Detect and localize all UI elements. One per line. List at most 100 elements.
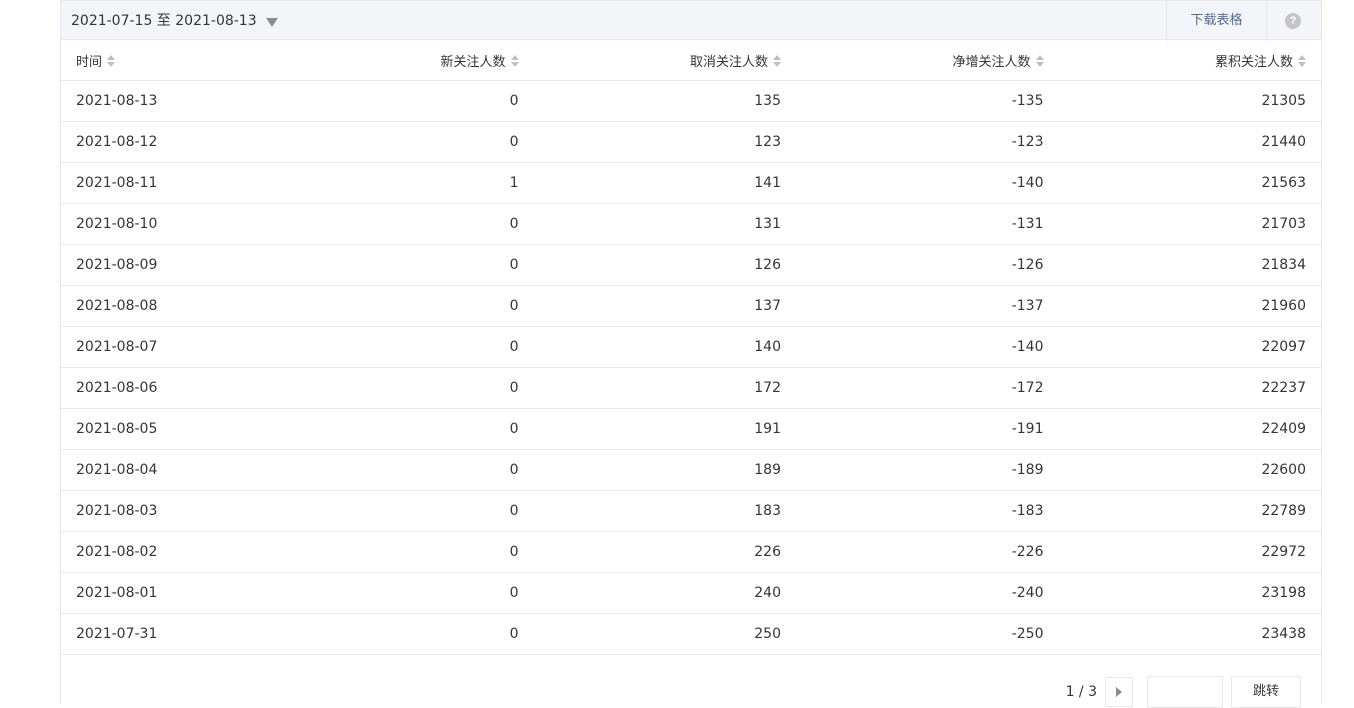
- table-row: 2021-07-31 0 250 -250 23438: [61, 613, 1321, 655]
- sort-icon[interactable]: [773, 55, 781, 67]
- table-body: 2021-08-13 0 135 -135 21305 2021-08-12 0 123 -12…: [61, 80, 1321, 655]
- cell-unfollowers: 140: [533, 326, 796, 368]
- cell-cumulative-followers: 21960: [1058, 285, 1321, 327]
- column-header-label: 时间: [76, 54, 103, 70]
- page-indicator: 1 / 3: [1065, 684, 1097, 700]
- cell-date: 2021-08-07: [61, 326, 271, 368]
- help-icon[interactable]: ?: [1285, 13, 1301, 29]
- cell-cumulative-followers: 22097: [1058, 326, 1321, 368]
- cell-net-growth: -131: [796, 203, 1059, 245]
- cell-net-growth: -140: [796, 162, 1059, 204]
- column-header-label: 取消关注人数: [689, 54, 768, 70]
- cell-net-growth: -250: [796, 613, 1059, 655]
- table-row: 2021-08-03 0 183 -183 22789: [61, 490, 1321, 532]
- column-header-unfollowers[interactable]: 取消关注人数: [533, 40, 796, 81]
- cell-cumulative-followers: 22972: [1058, 531, 1321, 573]
- cell-cumulative-followers: 22789: [1058, 490, 1321, 532]
- table-row: 2021-08-09 0 126 -126 21834: [61, 244, 1321, 286]
- cell-new-followers: 0: [271, 613, 534, 655]
- cell-unfollowers: 191: [533, 408, 796, 450]
- download-table-button[interactable]: 下载表格: [1166, 1, 1267, 41]
- cell-new-followers: 0: [271, 121, 534, 163]
- sort-icon[interactable]: [1035, 55, 1044, 67]
- cell-unfollowers: 250: [533, 613, 796, 655]
- column-header-date[interactable]: 时间: [61, 40, 271, 81]
- cell-cumulative-followers: 22237: [1058, 367, 1321, 409]
- table-row: 2021-08-05 0 191 -191 22409: [61, 408, 1321, 450]
- cell-cumulative-followers: 22409: [1058, 408, 1321, 450]
- triangle-right-icon: [1116, 687, 1122, 697]
- cell-unfollowers: 183: [533, 490, 796, 532]
- cell-new-followers: 0: [271, 80, 534, 122]
- cell-unfollowers: 137: [533, 285, 796, 327]
- column-header-new-followers[interactable]: 新关注人数: [271, 40, 534, 81]
- cell-new-followers: 0: [271, 244, 534, 286]
- cell-net-growth: -123: [796, 121, 1059, 163]
- date-range-selector[interactable]: 2021-07-15 至 2021-08-13: [71, 1, 278, 41]
- cell-date: 2021-08-12: [61, 121, 271, 163]
- cell-cumulative-followers: 21834: [1058, 244, 1321, 286]
- cell-cumulative-followers: 22600: [1058, 449, 1321, 491]
- table-header-row: 时间 新关注人数 取消关注人数 净增关注人数 累积关注人数: [61, 40, 1321, 81]
- sort-icon[interactable]: [1298, 55, 1306, 67]
- table-row: 2021-08-10 0 131 -131 21703: [61, 203, 1321, 245]
- cell-date: 2021-08-09: [61, 244, 271, 286]
- cell-unfollowers: 226: [533, 531, 796, 573]
- cell-net-growth: -137: [796, 285, 1059, 327]
- cell-unfollowers: 240: [533, 572, 796, 614]
- sort-icon[interactable]: [107, 55, 116, 67]
- cell-unfollowers: 172: [533, 367, 796, 409]
- cell-net-growth: -172: [796, 367, 1059, 409]
- cell-net-growth: -226: [796, 531, 1059, 573]
- data-table: 时间 新关注人数 取消关注人数 净增关注人数 累积关注人数 2021-08-13…: [61, 40, 1321, 655]
- cell-date: 2021-07-31: [61, 613, 271, 655]
- cell-new-followers: 0: [271, 490, 534, 532]
- cell-new-followers: 0: [271, 572, 534, 614]
- table-row: 2021-08-11 1 141 -140 21563: [61, 162, 1321, 204]
- jump-button[interactable]: 跳转: [1231, 676, 1301, 708]
- cell-new-followers: 0: [271, 449, 534, 491]
- sort-icon[interactable]: [510, 55, 519, 67]
- cell-new-followers: 0: [271, 367, 534, 409]
- cell-date: 2021-08-04: [61, 449, 271, 491]
- cell-date: 2021-08-03: [61, 490, 271, 532]
- column-header-label: 净增关注人数: [952, 54, 1031, 70]
- cell-net-growth: -140: [796, 326, 1059, 368]
- table-row: 2021-08-04 0 189 -189 22600: [61, 449, 1321, 491]
- table-row: 2021-08-08 0 137 -137 21960: [61, 285, 1321, 327]
- table-row: 2021-08-07 0 140 -140 22097: [61, 326, 1321, 368]
- cell-date: 2021-08-11: [61, 162, 271, 204]
- table-row: 2021-08-13 0 135 -135 21305: [61, 80, 1321, 122]
- cell-new-followers: 0: [271, 203, 534, 245]
- pagination: 1 / 3 跳转: [1066, 676, 1301, 708]
- table-row: 2021-08-06 0 172 -172 22237: [61, 367, 1321, 409]
- next-page-button[interactable]: [1105, 677, 1133, 707]
- cell-unfollowers: 126: [533, 244, 796, 286]
- cell-date: 2021-08-13: [61, 80, 271, 122]
- cell-net-growth: -135: [796, 80, 1059, 122]
- cell-date: 2021-08-08: [61, 285, 271, 327]
- cell-new-followers: 0: [271, 326, 534, 368]
- column-header-net-growth[interactable]: 净增关注人数: [796, 40, 1059, 81]
- cell-unfollowers: 135: [533, 80, 796, 122]
- cell-date: 2021-08-06: [61, 367, 271, 409]
- cell-net-growth: -189: [796, 449, 1059, 491]
- cell-cumulative-followers: 21563: [1058, 162, 1321, 204]
- cell-new-followers: 0: [271, 285, 534, 327]
- cell-net-growth: -183: [796, 490, 1059, 532]
- cell-new-followers: 0: [271, 531, 534, 573]
- cell-unfollowers: 131: [533, 203, 796, 245]
- cell-unfollowers: 141: [533, 162, 796, 204]
- data-panel: 2021-07-15 至 2021-08-13 下载表格 ? 时间 新关注人数 …: [60, 0, 1322, 708]
- cell-cumulative-followers: 21703: [1058, 203, 1321, 245]
- cell-net-growth: -240: [796, 572, 1059, 614]
- page-jump-input[interactable]: [1147, 676, 1223, 708]
- date-range-label: 2021-07-15 至 2021-08-13: [71, 13, 257, 29]
- cell-date: 2021-08-10: [61, 203, 271, 245]
- column-header-cumulative-followers[interactable]: 累积关注人数: [1058, 40, 1321, 81]
- caret-down-icon: [265, 17, 278, 27]
- cell-unfollowers: 123: [533, 121, 796, 163]
- table-toolbar: 2021-07-15 至 2021-08-13 下载表格 ?: [61, 0, 1321, 41]
- cell-net-growth: -191: [796, 408, 1059, 450]
- cell-date: 2021-08-01: [61, 572, 271, 614]
